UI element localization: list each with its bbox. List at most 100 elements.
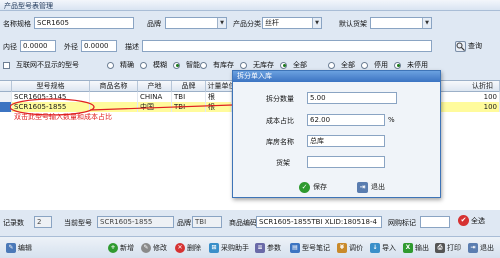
enable-disabled-label: 停用: [374, 61, 388, 69]
check-icon: ✓: [299, 181, 310, 193]
pencil-icon: ✎: [141, 243, 151, 253]
category-select[interactable]: 丝杆 ▼: [262, 17, 322, 29]
exit-toolbar-button[interactable]: ⇥ 退出: [468, 241, 494, 255]
add-label: 新增: [120, 244, 134, 252]
match-fuzzy-radio[interactable]: [140, 61, 147, 69]
modify-label: 修改: [153, 244, 167, 252]
delete-icon: ✕: [175, 243, 185, 253]
hide-internet-checkbox[interactable]: [3, 61, 10, 69]
col-discount[interactable]: 认折扣: [466, 81, 500, 92]
export-button[interactable]: X 输出: [403, 241, 429, 255]
stock-has-radio[interactable]: [200, 61, 207, 69]
col-origin[interactable]: 产地: [138, 81, 172, 92]
model-input[interactable]: SCR1605: [34, 17, 134, 29]
stock-all-radio[interactable]: [280, 61, 287, 69]
shelf-select[interactable]: [307, 156, 385, 168]
match-exact-label: 精确: [120, 61, 134, 69]
col-brand[interactable]: 品牌: [172, 81, 206, 92]
params-button[interactable]: ≡ 参数: [255, 241, 281, 255]
chevron-down-icon[interactable]: ▼: [217, 18, 226, 28]
match-exact-radio[interactable]: [107, 61, 114, 69]
dialog-title: 拆分单入库: [233, 71, 440, 82]
modify-button[interactable]: ✎ 修改: [141, 241, 167, 255]
price-adjust-button[interactable]: ¥ 调价: [337, 241, 363, 255]
import-icon: ↓: [370, 243, 380, 253]
qty-input[interactable]: 5.00: [307, 92, 397, 104]
exit-label: 退出: [371, 183, 385, 191]
cost-unit: %: [388, 116, 395, 124]
status-bar: 记录数 2 当前型号 SCR1605-1855 品牌 TBI 商品编码 SCR1…: [0, 210, 500, 236]
model-notes-button[interactable]: ▤ 型号笔记: [290, 241, 330, 255]
split-inbound-dialog: 拆分单入库 拆分数量 5.00 成本占比 62.00 % 库房名称 总库 货架 …: [232, 70, 441, 198]
query-button[interactable]: 查询: [455, 37, 493, 55]
stock-none-radio[interactable]: [240, 61, 247, 69]
purchase-assistant-label: 采购助手: [221, 244, 249, 252]
brand-select[interactable]: ▼: [165, 17, 227, 29]
stock-all-label: 全部: [293, 61, 307, 69]
match-smart-label: 智能: [186, 61, 200, 69]
stock-group: 有库存 无库存 全部: [200, 60, 311, 70]
edit-button[interactable]: ✎ 编辑: [6, 241, 32, 255]
exit-toolbar-label: 退出: [480, 244, 494, 252]
col-name[interactable]: 商品名称: [90, 81, 138, 92]
chevron-down-icon[interactable]: ▼: [312, 18, 321, 28]
hide-internet-option[interactable]: 互联网不显示的型号: [3, 60, 83, 70]
add-button[interactable]: + 新增: [108, 241, 134, 255]
enable-active-label: 未停用: [407, 61, 428, 69]
status-brand-label: 品牌: [177, 219, 191, 227]
import-label: 导入: [382, 244, 396, 252]
warehouse-select[interactable]: 总库: [307, 135, 385, 147]
current-model: SCR1605-1855: [97, 216, 174, 228]
price-adjust-label: 调价: [349, 244, 363, 252]
select-all-label: 全选: [471, 216, 485, 225]
edit-label: 编辑: [18, 244, 32, 252]
enable-group: 全部 停用 未停用: [328, 60, 432, 70]
save-button[interactable]: ✓ 保存: [295, 179, 331, 195]
enable-all-radio[interactable]: [328, 61, 335, 69]
cost-input[interactable]: 62.00: [307, 114, 385, 126]
brand-label: 品牌: [147, 20, 161, 28]
notes-icon: ▤: [290, 243, 300, 253]
edit-icon: ✎: [6, 243, 16, 253]
model-notes-label: 型号笔记: [302, 244, 330, 252]
title-bar: 产品型号表管理: [0, 0, 500, 11]
plus-icon: +: [108, 243, 118, 253]
purchase-assistant-button[interactable]: ⊞ 采购助手: [209, 241, 249, 255]
code-input[interactable]: SCR1605-1855TBI XLID:180518-4: [256, 216, 382, 228]
enable-active-radio[interactable]: [394, 61, 401, 69]
delete-button[interactable]: ✕ 删除: [175, 241, 201, 255]
delete-label: 删除: [187, 244, 201, 252]
record-count: 2: [34, 216, 52, 228]
mark-input[interactable]: [420, 216, 450, 228]
desc-input[interactable]: [142, 40, 432, 52]
print-label: 打印: [447, 244, 461, 252]
default-shelf-label: 默认货架: [339, 20, 367, 28]
hide-internet-label: 互联网不显示的型号: [16, 61, 79, 69]
col-model[interactable]: 型号规格: [12, 81, 90, 92]
chevron-down-icon[interactable]: ▼: [422, 18, 431, 28]
current-label: 当前型号: [64, 219, 92, 227]
price-icon: ¥: [337, 243, 347, 253]
print-button[interactable]: ⎙ 打印: [435, 241, 461, 255]
exit-button[interactable]: ⇥ 退出: [353, 179, 389, 195]
mark-label: 网购标记: [388, 219, 416, 227]
grid-row-header: [0, 81, 12, 92]
outer-input[interactable]: 0.0000: [81, 40, 117, 52]
record-label: 记录数: [3, 219, 24, 227]
code-label: 商品编码: [229, 219, 257, 227]
default-shelf-select[interactable]: ▼: [370, 17, 432, 29]
enable-disabled-radio[interactable]: [361, 61, 368, 69]
annotation-text: 双击此型号输入数量和成本占比: [14, 113, 112, 121]
search-icon: [455, 40, 466, 52]
warehouse-label: 库房名称: [266, 138, 294, 146]
stock-none-label: 无库存: [253, 61, 274, 69]
category-label: 产品分类: [233, 20, 261, 28]
inner-input[interactable]: 0.0000: [20, 40, 56, 52]
import-button[interactable]: ↓ 导入: [370, 241, 396, 255]
match-smart-radio[interactable]: [173, 61, 180, 69]
enable-all-label: 全部: [341, 61, 355, 69]
outer-label: 外径: [64, 43, 78, 51]
match-mode-group: 精确 模糊 智能: [107, 60, 204, 70]
select-all-button[interactable]: ✔ 全选: [458, 215, 485, 226]
bottom-toolbar: ✎ 编辑 + 新增 ✎ 修改 ✕ 删除 ⊞ 采购助手 ≡ 参数 ▤ 型号笔记 ¥ 调价 ↓ 导入 …: [0, 236, 500, 258]
